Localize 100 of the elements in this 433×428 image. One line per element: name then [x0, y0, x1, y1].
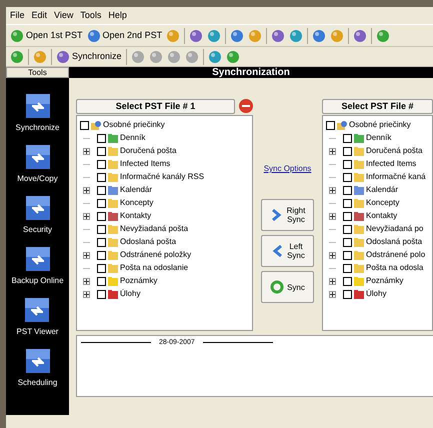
menu-item[interactable]: Edit: [32, 8, 48, 22]
tree-item-label[interactable]: Infected Items: [120, 158, 170, 170]
toolbar-icon[interactable]: [189, 28, 204, 42]
select-file-button[interactable]: Select PST File # 1: [76, 98, 235, 114]
checkbox[interactable]: [97, 250, 106, 260]
expand-toggle[interactable]: [329, 186, 336, 194]
toolbar-icon[interactable]: [312, 28, 326, 42]
tree-item-label[interactable]: Kontakty: [120, 210, 152, 222]
tool-icon[interactable]: [26, 94, 50, 118]
expand-toggle[interactable]: [83, 252, 90, 258]
tool-icon[interactable]: [26, 145, 50, 169]
expand-toggle[interactable]: [329, 148, 336, 154]
checkbox[interactable]: [97, 198, 106, 208]
checkbox[interactable]: [343, 276, 352, 286]
tool-icon[interactable]: [26, 196, 50, 220]
expand-toggle[interactable]: [329, 212, 336, 220]
tree-item-label[interactable]: Kalendár: [120, 184, 152, 196]
tree-item-label[interactable]: Odstránené polo: [366, 249, 426, 261]
tool-icon[interactable]: [26, 349, 50, 373]
checkbox[interactable]: [80, 120, 89, 130]
checkbox[interactable]: [97, 186, 106, 194]
expand-toggle[interactable]: [329, 252, 336, 258]
checkbox[interactable]: [343, 224, 352, 234]
checkbox[interactable]: [343, 212, 352, 220]
select-file-button[interactable]: Select PST File #: [322, 98, 433, 114]
tree-item-label[interactable]: Nevyžiadaná pošta: [120, 223, 188, 235]
tree-item-label[interactable]: Denník: [120, 132, 146, 144]
tree-item-label[interactable]: Úlohy: [120, 288, 140, 300]
checkbox[interactable]: [97, 146, 106, 156]
tool-label[interactable]: Scheduling: [18, 377, 58, 389]
tree-item-label[interactable]: Informačné kaná: [366, 171, 426, 183]
tree-item-label[interactable]: Koncepty: [366, 197, 400, 209]
toolbar-icon[interactable]: [289, 28, 304, 42]
tree-item-label[interactable]: Úlohy: [366, 288, 386, 300]
checkbox[interactable]: [97, 276, 106, 286]
expand-toggle[interactable]: [83, 148, 90, 154]
toolbar-icon[interactable]: [226, 50, 240, 64]
tree-item-label[interactable]: Nevyžiadaná po: [366, 223, 424, 235]
checkbox[interactable]: [97, 264, 106, 272]
checkbox[interactable]: [97, 160, 106, 168]
tool-label[interactable]: Security: [23, 224, 52, 236]
checkbox[interactable]: [343, 198, 352, 208]
toolbar-icon[interactable]: [376, 28, 390, 42]
toolbar-icon[interactable]: [10, 50, 24, 64]
tree-item-label[interactable]: Osobné priečinky: [103, 119, 165, 131]
expand-toggle[interactable]: [329, 290, 336, 298]
tree-item-label[interactable]: Poznámky: [366, 275, 404, 287]
checkbox[interactable]: [97, 172, 106, 182]
right-sync-button[interactable]: Right Sync: [261, 199, 314, 231]
checkbox[interactable]: [343, 146, 352, 156]
tree-item-label[interactable]: Doručená pošta: [120, 145, 176, 157]
checkbox[interactable]: [343, 264, 352, 272]
tool-label[interactable]: Move/Copy: [17, 173, 58, 185]
expand-toggle[interactable]: [83, 290, 90, 298]
checkbox[interactable]: [97, 134, 106, 142]
checkbox[interactable]: [343, 290, 352, 298]
sync-sync-button[interactable]: Sync: [261, 271, 314, 303]
checkbox[interactable]: [343, 250, 352, 260]
toolbar-button[interactable]: Synchronize: [56, 50, 122, 64]
tool-icon[interactable]: [26, 247, 50, 271]
menu-item[interactable]: File: [10, 8, 25, 22]
checkbox[interactable]: [97, 224, 106, 234]
tree-item-label[interactable]: Kalendár: [366, 184, 398, 196]
checkbox[interactable]: [97, 238, 106, 246]
checkbox[interactable]: [343, 134, 352, 142]
toolbar-icon[interactable]: [207, 28, 222, 42]
remove-icon[interactable]: [239, 99, 253, 113]
sync-options-link[interactable]: Sync Options: [264, 163, 312, 175]
expand-toggle[interactable]: [83, 278, 90, 284]
checkbox[interactable]: [343, 160, 352, 168]
expand-toggle[interactable]: [83, 212, 90, 220]
expand-toggle[interactable]: [329, 278, 336, 284]
checkbox[interactable]: [343, 186, 352, 194]
tool-icon[interactable]: [25, 298, 50, 322]
tree-item-label[interactable]: Osobné priečinky: [349, 119, 411, 131]
checkbox[interactable]: [97, 212, 106, 220]
tree-item-label[interactable]: Pošta na odosla: [366, 262, 424, 274]
toolbar-icon[interactable]: [271, 28, 286, 42]
checkbox[interactable]: [97, 290, 106, 298]
toolbar-button[interactable]: Open 1st PST: [10, 28, 83, 42]
toolbar-icon[interactable]: [353, 28, 368, 42]
tree-item-label[interactable]: Poznámky: [120, 275, 158, 287]
toolbar-button[interactable]: Open 2nd PST: [86, 28, 162, 42]
tree-item-label[interactable]: Informačné kanály RSS: [120, 171, 204, 183]
expand-toggle[interactable]: [83, 186, 90, 194]
checkbox[interactable]: [343, 172, 352, 182]
toolbar-icon[interactable]: [208, 50, 222, 64]
menu-item[interactable]: Help: [108, 8, 127, 22]
tree-item-label[interactable]: Infected Items: [366, 158, 416, 170]
tree-item-label[interactable]: Odoslaná pošta: [366, 236, 422, 248]
tree-item-label[interactable]: Doručená pošta: [366, 145, 422, 157]
checkbox[interactable]: [326, 120, 335, 130]
menu-item[interactable]: View: [54, 8, 74, 22]
menu-item[interactable]: Tools: [80, 8, 102, 22]
tree-item-label[interactable]: Denník: [366, 132, 392, 144]
tool-label[interactable]: PST Viewer: [16, 326, 58, 338]
tree-item-label[interactable]: Pošta na odoslanie: [120, 262, 188, 274]
tree-item-label[interactable]: Odstránené položky: [120, 249, 192, 261]
tool-label[interactable]: Synchronize: [15, 122, 60, 134]
tree-item-label[interactable]: Kontakty: [366, 210, 398, 222]
